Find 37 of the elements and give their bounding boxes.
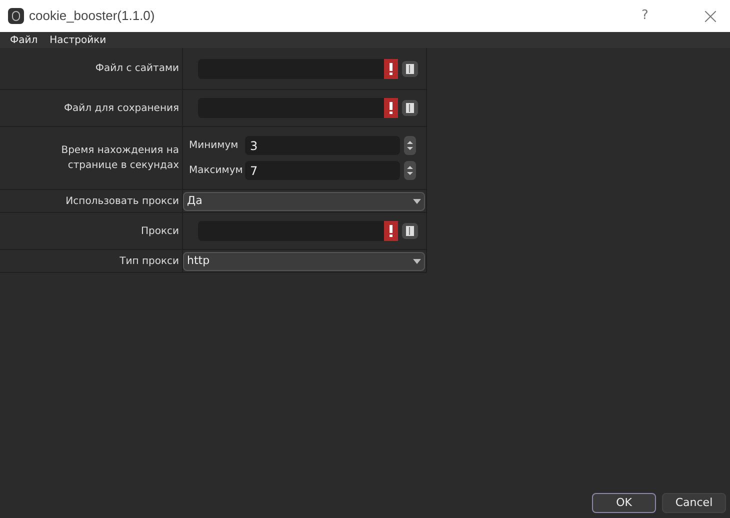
menu-item[interactable]: Настройки — [50, 32, 106, 48]
field-label: Время нахождения на странице в секундах — [60, 144, 179, 173]
number-field[interactable]: 7 — [245, 161, 400, 180]
file-path-field[interactable] — [198, 58, 398, 78]
field-label: Файл для сохранения — [64, 102, 179, 116]
file-path-field[interactable] — [198, 221, 398, 241]
dropdown[interactable]: http — [183, 252, 425, 270]
field-label: Минимум — [189, 139, 240, 153]
browse-button[interactable] — [402, 223, 418, 239]
menu-item[interactable]: Файл — [10, 32, 38, 48]
dropdown[interactable]: Да — [183, 192, 425, 210]
book-icon — [406, 103, 414, 113]
dialog-button[interactable]: OK — [592, 493, 656, 513]
spin-button[interactable] — [404, 161, 416, 180]
book-icon — [406, 226, 414, 236]
field-label: Прокси — [140, 224, 179, 238]
down-arrow-icon — [407, 147, 413, 150]
file-path-field[interactable] — [198, 98, 398, 118]
caret-icon — [413, 198, 421, 204]
caret-icon — [413, 258, 421, 264]
down-arrow-icon — [407, 172, 413, 175]
close-icon — [704, 10, 716, 22]
spin-button[interactable] — [404, 136, 416, 155]
app-icon — [8, 8, 24, 24]
dialog-button[interactable]: Cancel — [662, 493, 726, 513]
field-label: Использовать прокси — [66, 194, 179, 208]
up-arrow-icon — [407, 141, 413, 144]
browse-button[interactable] — [402, 100, 418, 116]
number-field[interactable]: 3 — [245, 136, 400, 155]
field-label: Тип прокси — [120, 254, 179, 268]
window-title: cookie_booster(1.1.0) — [29, 7, 155, 26]
field-label: Максимум — [189, 164, 241, 178]
help-button[interactable]: ? — [635, 6, 655, 26]
up-arrow-icon — [407, 166, 413, 169]
browse-button[interactable] — [402, 60, 418, 76]
field-label: Файл с сайтами — [95, 62, 179, 76]
book-icon — [406, 64, 414, 74]
